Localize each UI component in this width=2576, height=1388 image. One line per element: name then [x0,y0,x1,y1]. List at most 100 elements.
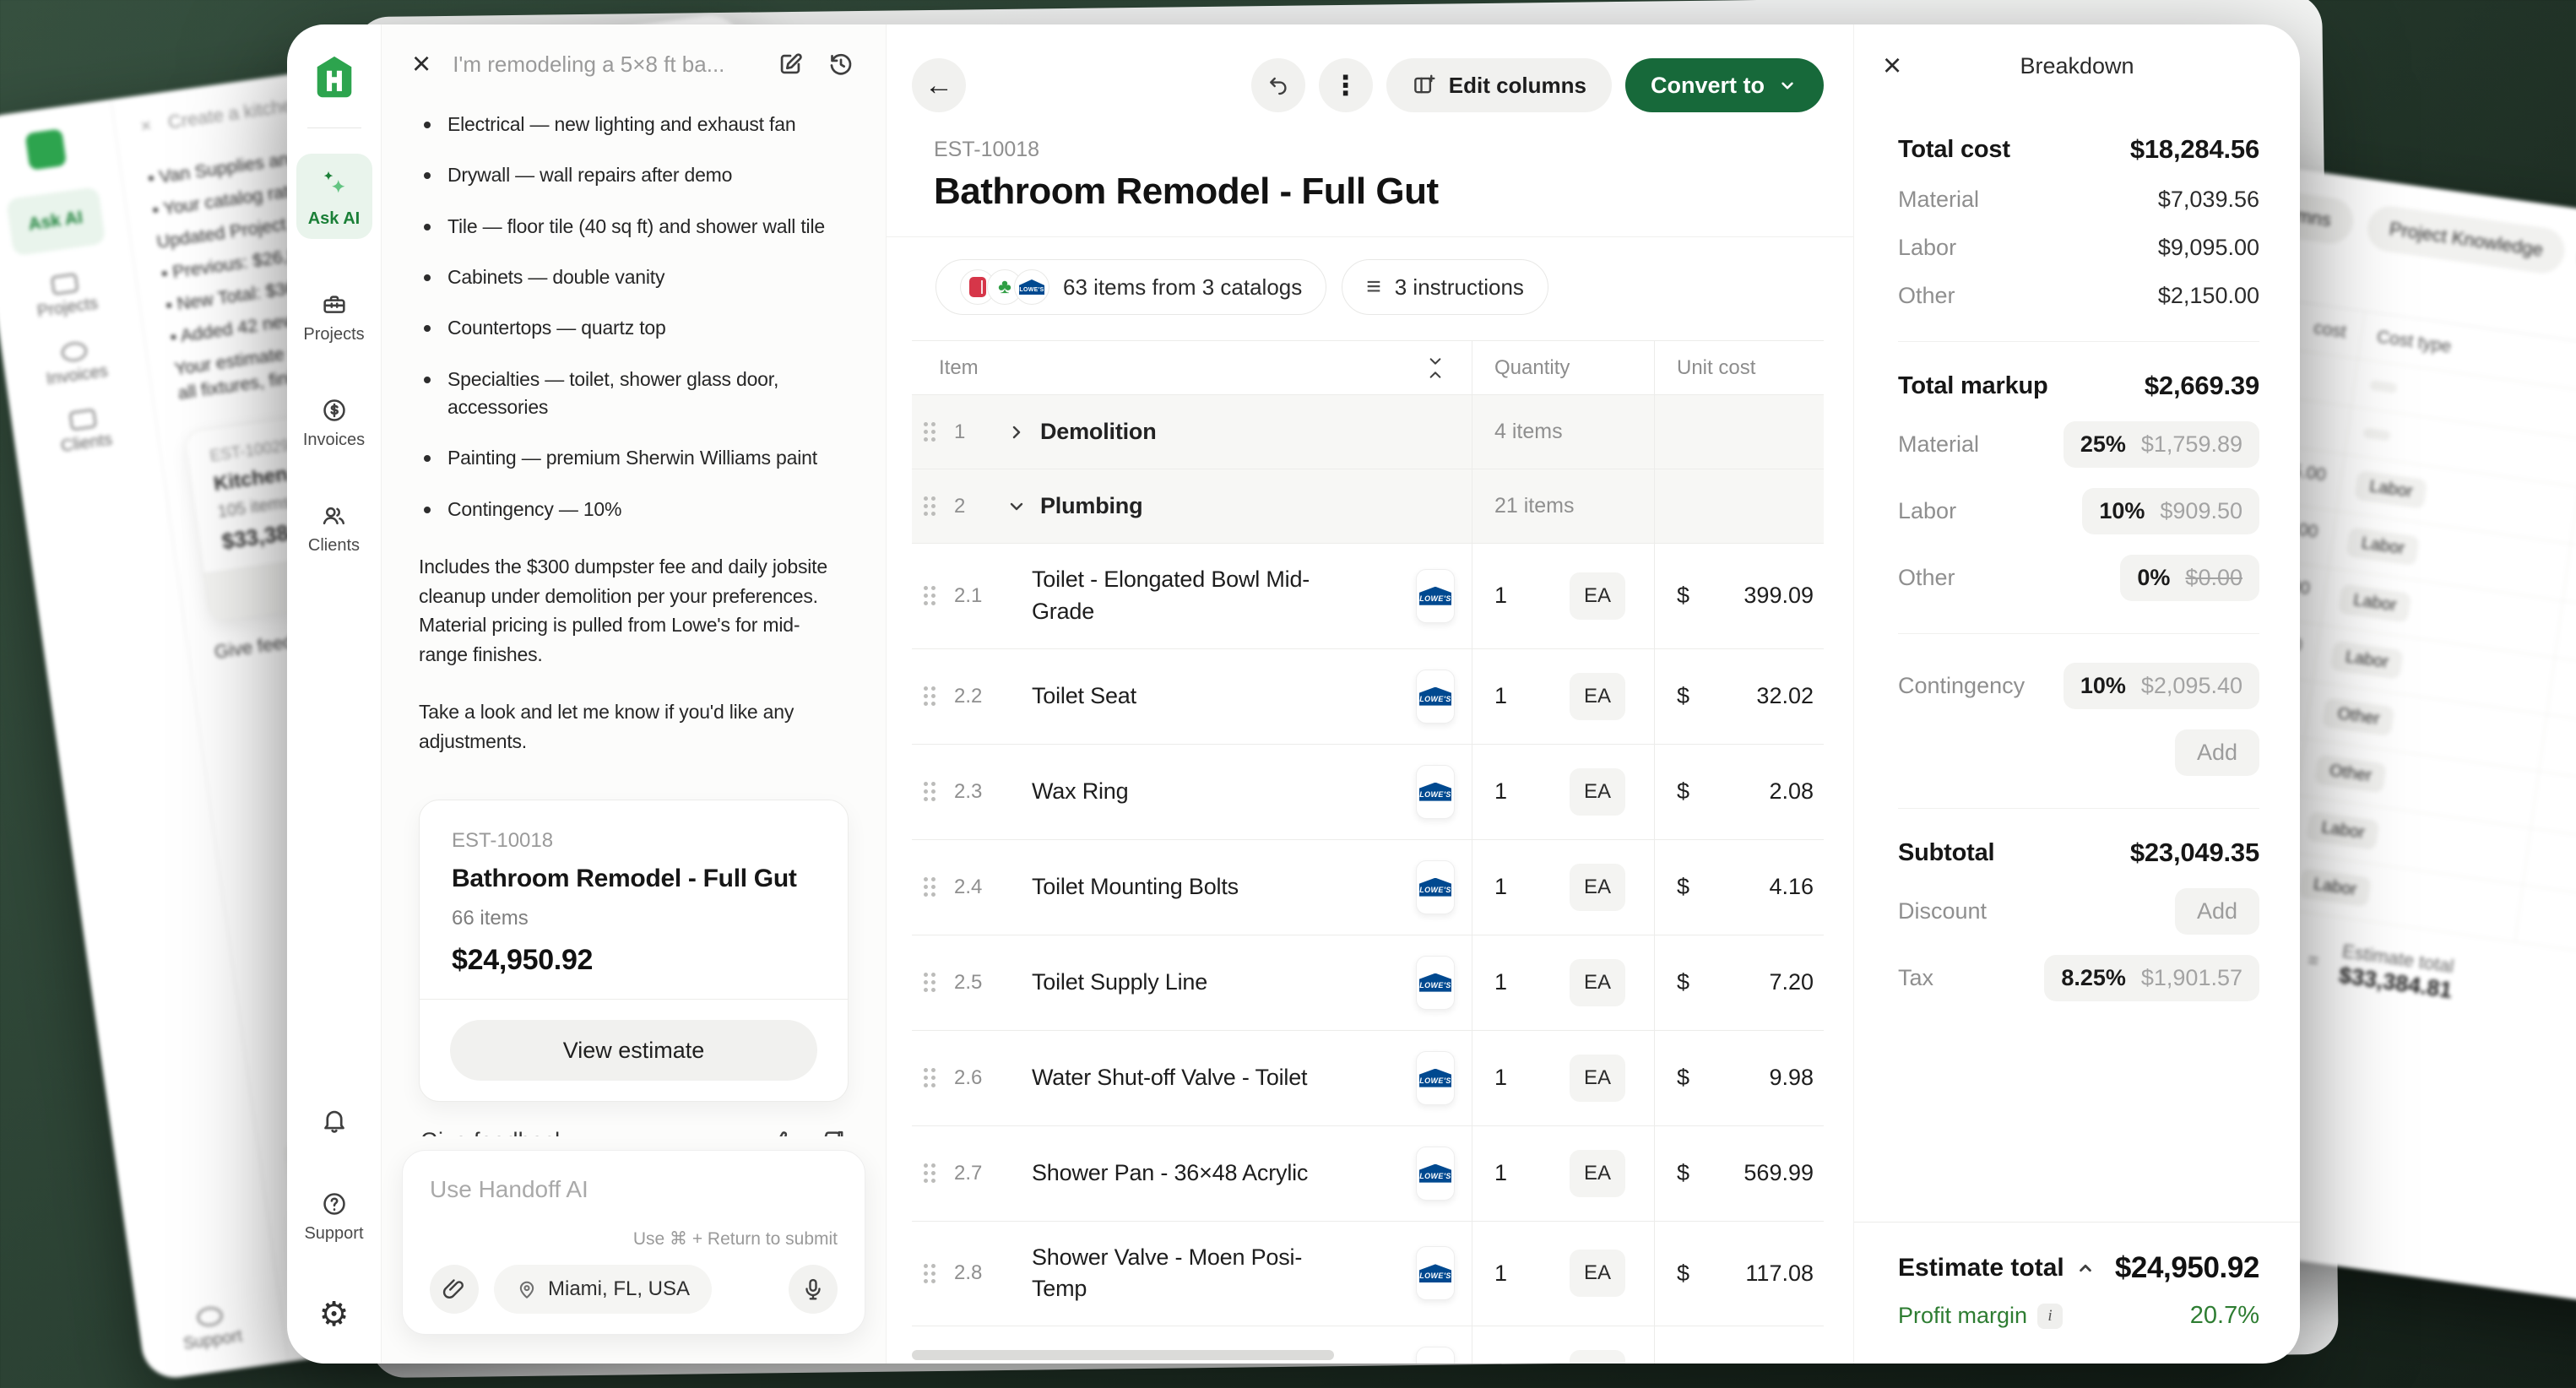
quantity-value[interactable]: 1 [1472,1361,1507,1364]
bell-icon[interactable] [320,1106,349,1135]
drag-handle[interactable] [924,586,935,605]
handoff-logo[interactable] [310,53,359,102]
sidebar-item-support[interactable]: Support [304,1190,363,1244]
drag-handle[interactable] [924,686,935,706]
history-icon[interactable] [827,50,855,79]
unit-chip[interactable]: EA [1570,864,1625,911]
estimate-total-label[interactable]: Estimate total [1898,1254,2096,1282]
other-markup-pill[interactable]: 0%$0.00 [2120,555,2259,601]
item-name[interactable]: Toilet Mounting Bolts [1032,871,1239,903]
more-options-button[interactable]: ⋮ [1319,58,1373,112]
drag-handle[interactable] [924,1068,935,1087]
unit-cost-value[interactable]: 117.08 [1745,1261,1824,1287]
section-row-demolition[interactable]: 1 Demolition 4 items [912,395,1824,469]
attach-file-button[interactable] [430,1265,479,1314]
undo-button[interactable] [1251,58,1305,112]
voice-input-button[interactable] [789,1265,838,1314]
info-icon[interactable]: i [2037,1304,2063,1329]
unit-chip[interactable]: EA [1570,768,1625,816]
chat-input-placeholder[interactable]: Use Handoff AI [430,1176,838,1203]
labor-markup-pill[interactable]: 10%$909.50 [2082,488,2259,534]
unit-cost-value[interactable]: 7.20 [1769,969,1824,995]
material-markup-pill[interactable]: 25%$1,759.89 [2064,421,2259,468]
add-discount-button[interactable]: Add [2175,888,2259,935]
table-row[interactable]: 2.7 Shower Pan - 36×48 Acrylic LOWE'S 1 … [912,1126,1824,1222]
table-row[interactable]: 2.3 Wax Ring LOWE'S 1 EA $ 2.08 [912,745,1824,840]
item-name[interactable]: Toilet Supply Line [1032,967,1207,999]
thumbs-up-icon[interactable] [771,1127,798,1136]
profit-margin-value: 20.7% [2190,1302,2259,1330]
item-name[interactable]: Shower Pan - 36×48 Acrylic [1032,1158,1308,1190]
table-row[interactable]: 2.1 Toilet - Elongated Bowl Mid-Grade LO… [912,544,1824,649]
unit-cost-value[interactable]: 399.09 [1744,583,1824,609]
quantity-value[interactable]: 1 [1472,683,1507,709]
drag-handle[interactable] [924,422,935,442]
thumbs-down-icon[interactable] [820,1127,847,1136]
drag-handle[interactable] [924,496,935,516]
convert-to-button[interactable]: Convert to [1625,58,1824,112]
item-name[interactable]: Toilet - Elongated Bowl Mid-Grade [1032,564,1310,628]
drag-handle[interactable] [924,877,935,897]
drag-handle[interactable] [924,1163,935,1183]
view-estimate-button[interactable]: View estimate [450,1020,817,1081]
new-chat-icon[interactable] [776,50,805,79]
quantity-value[interactable]: 1 [1472,1065,1507,1091]
quantity-value[interactable]: 1 [1472,969,1507,995]
edit-columns-button[interactable]: Edit columns [1386,58,1612,112]
chat-header: × I'm remodeling a 5×8 ft ba... [382,24,886,95]
catalogs-badge[interactable]: ♣ LOWE'S 63 items from 3 catalogs [935,259,1326,315]
quantity-value[interactable]: 1 [1472,778,1507,805]
horizontal-scrollbar[interactable] [912,1350,1334,1360]
drag-handle[interactable] [924,973,935,992]
item-name[interactable]: Water Shut-off Valve - Toilet [1032,1062,1307,1094]
settings-gear-icon[interactable]: ⚙ [319,1298,350,1331]
unit-chip[interactable]: EA [1570,572,1625,620]
unit-cost-value[interactable]: 2.08 [1769,778,1824,805]
chat-messages[interactable]: Electrical — new lighting and exhaust fa… [382,95,886,1136]
sidebar-item-projects[interactable]: Projects [303,291,364,344]
table-row[interactable]: 2.4 Toilet Mounting Bolts LOWE'S 1 EA $ … [912,840,1824,935]
unit-cost-value[interactable]: 79.98 [1756,1361,1824,1364]
chevron-down-icon[interactable] [993,496,1040,517]
sidebar-item-ask-ai[interactable]: Ask AI [296,154,372,239]
unit-cost-value[interactable]: 569.99 [1744,1160,1824,1186]
back-button[interactable]: ← [912,58,966,112]
unit-chip[interactable]: EA [1570,1350,1625,1364]
quantity-value[interactable]: 1 [1472,874,1507,900]
unit-chip[interactable]: EA [1570,959,1625,1006]
estimate-number: EST-10018 [934,138,1824,162]
item-name[interactable]: Wax Ring [1032,776,1128,808]
chevron-right-icon[interactable] [993,422,1040,442]
item-name[interactable]: Shower Valve - Moen Posi-Temp [1032,1242,1310,1306]
quantity-value[interactable]: 1 [1472,1261,1507,1287]
item-name[interactable]: Toilet Seat [1032,680,1136,713]
unit-cost-value[interactable]: 4.16 [1769,874,1824,900]
sidebar-item-clients[interactable]: Clients [308,502,360,556]
unit-chip[interactable]: EA [1570,1055,1625,1102]
add-markup-button[interactable]: Add [2175,729,2259,776]
drag-handle[interactable] [924,1264,935,1283]
collapse-all-icon[interactable] [1424,355,1446,381]
chat-input-card[interactable]: Use Handoff AI Use ⌘ + Return to submit … [402,1150,865,1335]
instructions-badge[interactable]: ≡ 3 instructions [1342,259,1548,315]
location-chip[interactable]: Miami, FL, USA [494,1265,712,1314]
drag-handle[interactable] [924,782,935,801]
unit-cost-value[interactable]: 9.98 [1769,1065,1824,1091]
table-row[interactable]: 2.8 Shower Valve - Moen Posi-Temp LOWE'S… [912,1222,1824,1327]
table-row[interactable]: 2.6 Water Shut-off Valve - Toilet LOWE'S… [912,1031,1824,1126]
table-row[interactable]: 2.5 Toilet Supply Line LOWE'S 1 EA $ 7.2… [912,935,1824,1031]
chat-thread-title[interactable]: I'm remodeling a 5×8 ft ba... [453,52,754,78]
close-chat-icon[interactable]: × [412,48,431,80]
unit-chip[interactable]: EA [1570,673,1625,720]
unit-chip[interactable]: EA [1570,1150,1625,1197]
sidebar-item-invoices[interactable]: Invoices [303,397,365,450]
unit-chip[interactable]: EA [1570,1250,1625,1297]
section-row-plumbing[interactable]: 2 Plumbing 21 items [912,469,1824,544]
table-row[interactable]: 2.2 Toilet Seat LOWE'S 1 EA $ 32.02 [912,649,1824,745]
lowes-vendor-badge: LOWE'S [1416,1347,1455,1364]
quantity-value[interactable]: 1 [1472,583,1507,609]
unit-cost-value[interactable]: 32.02 [1756,683,1824,709]
contingency-pill[interactable]: 10%$2,095.40 [2064,663,2259,709]
quantity-value[interactable]: 1 [1472,1160,1507,1186]
tax-pill[interactable]: 8.25%$1,901.57 [2044,955,2259,1001]
